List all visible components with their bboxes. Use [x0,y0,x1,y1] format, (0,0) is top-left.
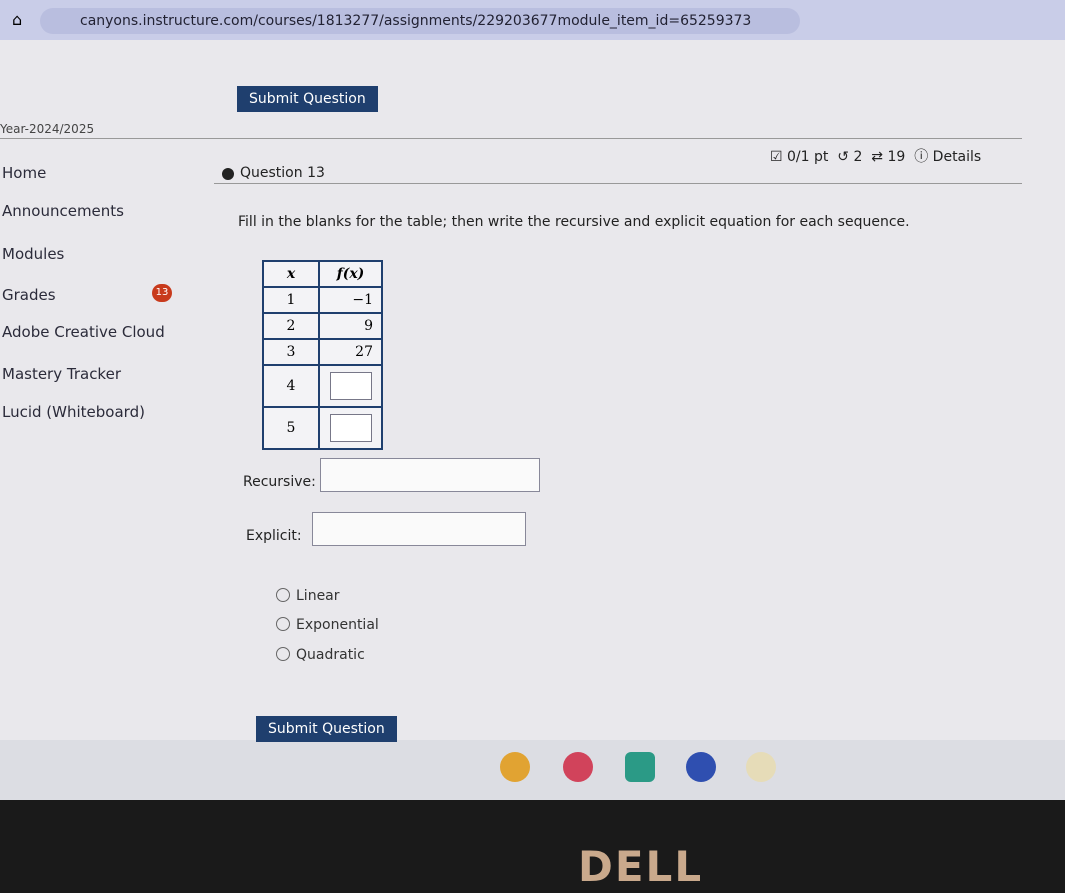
recursive-label: Recursive: [243,474,316,490]
home-icon[interactable]: ⌂ [12,10,22,29]
divider [0,138,1022,139]
dell-logo: DELL [578,842,704,891]
cell-fx: 27 [318,338,383,366]
explicit-input[interactable] [312,512,526,546]
sidebar-item-home[interactable]: Home [2,164,46,182]
cell-x: 3 [262,338,320,366]
points: 0/1 pt [787,149,829,165]
details-link[interactable]: Details [933,149,982,165]
question-dot-icon [222,168,234,180]
cell-x: 5 [262,406,320,450]
cell-x: 2 [262,312,320,340]
question-prompt: Fill in the blanks for the table; then w… [238,214,910,230]
header-x: x [286,266,296,282]
screen: ⌂ canyons.instructure.com/courses/181327… [0,0,1065,800]
option-exponential[interactable]: Exponential [276,617,379,633]
app-icon[interactable] [746,752,776,782]
term-label: Year-2024/2025 [0,122,95,136]
values-table: x f(x) 1 −1 29 3 27 4 5 [262,260,383,450]
grades-badge: 13 [152,284,172,302]
cell-fx-5 [318,406,383,450]
option-label: Linear [296,588,340,604]
url-text: canyons.instructure.com/courses/1813277/… [80,13,752,29]
retry-icon: ↺ [837,149,850,165]
header-fx: f(x) [336,266,365,282]
sidebar-item-announcements[interactable]: Announcements [2,202,124,220]
fx-4-input[interactable] [329,372,372,400]
radio-icon[interactable] [276,588,290,602]
checkbox-icon: ☑ [770,149,783,165]
sidebar-item-mastery-tracker[interactable]: Mastery Tracker [2,365,121,383]
sidebar-item-adobe-creative-cloud[interactable]: Adobe Creative Cloud [2,323,165,341]
option-quadratic[interactable]: Quadratic [276,647,365,663]
option-linear[interactable]: Linear [276,588,340,604]
browser-toolbar: ⌂ canyons.instructure.com/courses/181327… [0,0,1065,40]
address-bar[interactable]: canyons.instructure.com/courses/1813277/… [40,8,800,34]
cell-fx-4 [318,364,383,408]
app-icon[interactable] [625,752,655,782]
radio-icon[interactable] [276,617,290,631]
retries: 2 [853,149,863,165]
option-label: Exponential [296,617,379,633]
cell-x: 1 [262,286,320,314]
cell-fx: 9 [318,312,383,340]
info-icon[interactable]: ⓘ [914,149,928,165]
option-label: Quadratic [296,647,365,663]
submit-question-button[interactable]: Submit Question [256,716,397,742]
app-icon[interactable] [563,752,593,782]
question-meta: ☑ 0/1 pt ↺ 2 ⇄ 19 ⓘ Details [770,146,981,166]
sidebar-item-grades[interactable]: Grades [2,286,56,304]
app-icon[interactable] [686,752,716,782]
recursive-input[interactable] [320,458,540,492]
attempts: 19 [887,149,906,165]
divider [214,183,1022,184]
attempts-icon: ⇄ [871,149,884,165]
fx-5-input[interactable] [329,414,372,442]
cell-fx: −1 [318,286,383,314]
radio-icon[interactable] [276,647,290,661]
chrome-icon[interactable] [500,752,530,782]
submit-question-button-top[interactable]: Submit Question [237,86,378,112]
explicit-label: Explicit: [246,528,302,544]
taskbar [0,740,1065,800]
question-title: Question 13 [240,165,325,181]
sidebar-item-lucid-whiteboard[interactable]: Lucid (Whiteboard) [2,403,145,421]
sidebar-item-modules[interactable]: Modules [2,245,64,263]
cell-x: 4 [262,364,320,408]
